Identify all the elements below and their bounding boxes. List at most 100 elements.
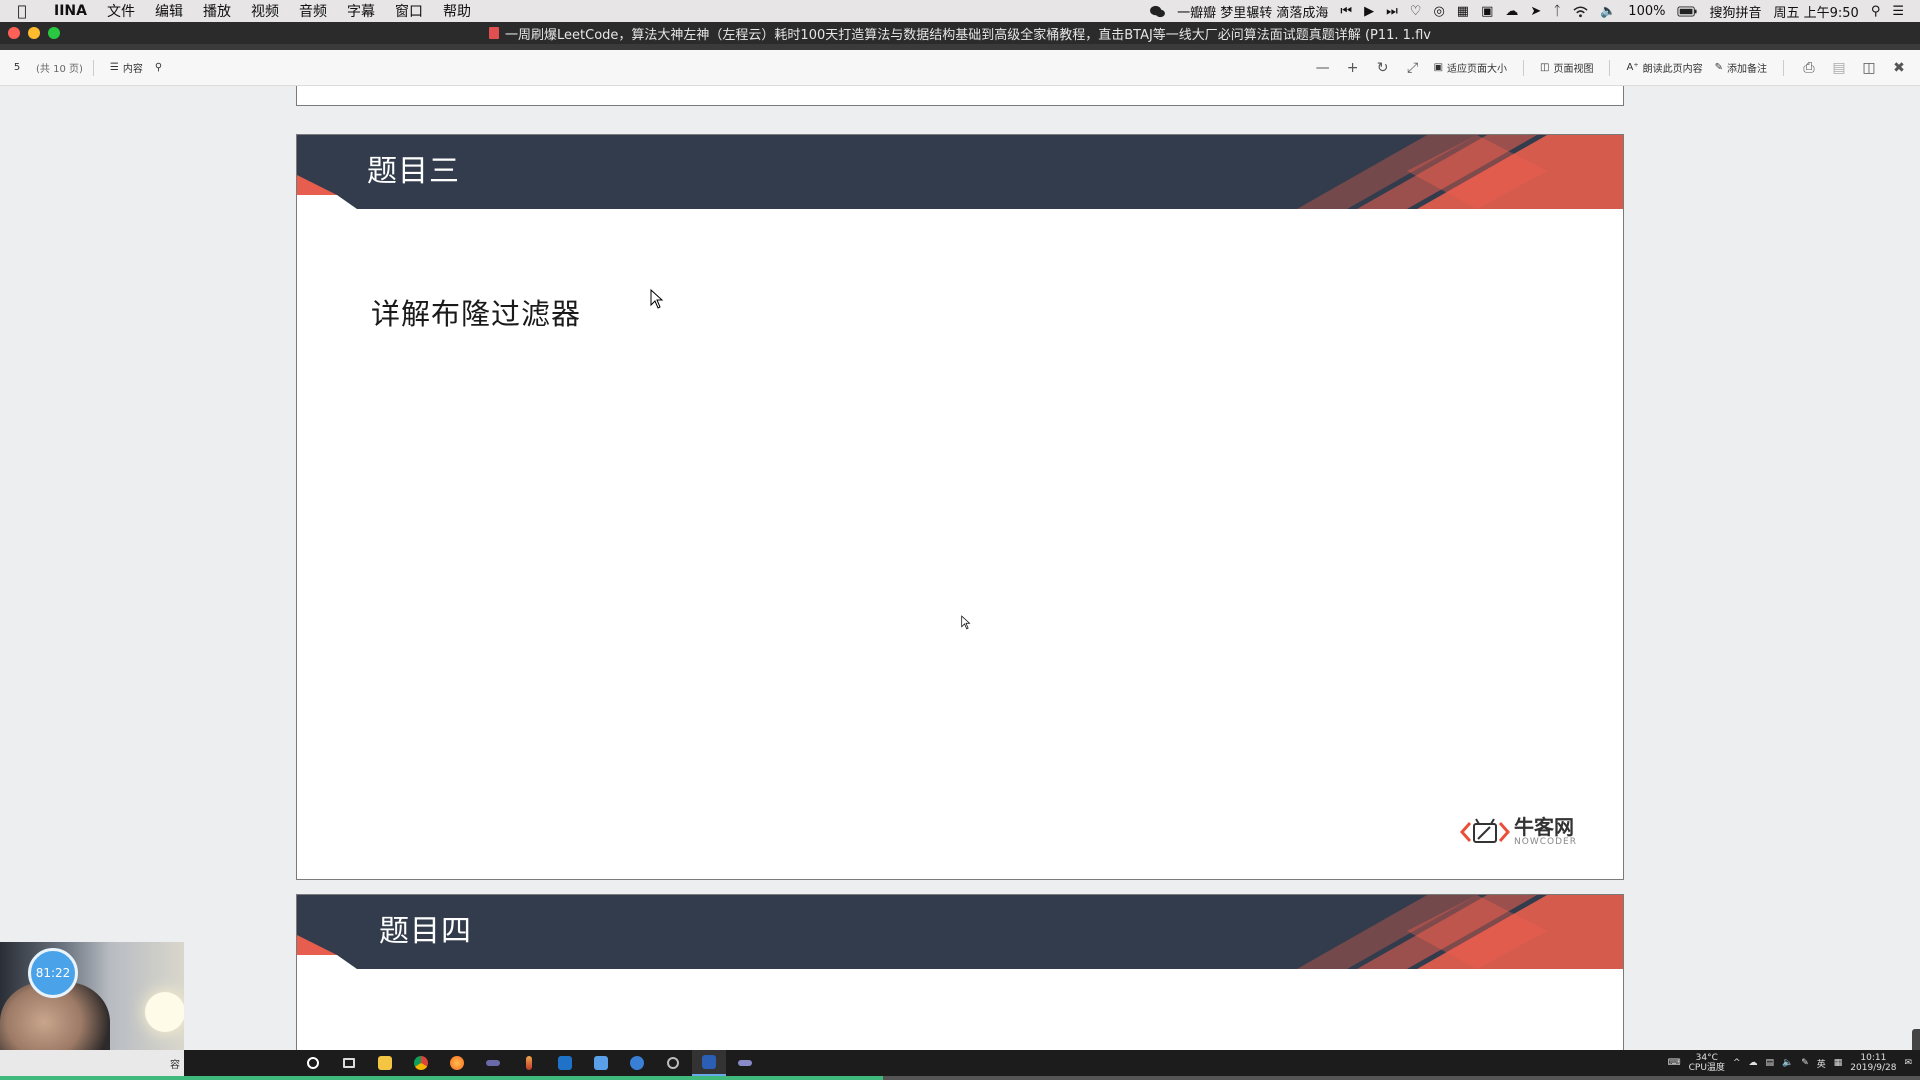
rotate-icon[interactable]: ↻ (1368, 56, 1398, 80)
feishu-icon[interactable] (584, 1050, 618, 1076)
volume-icon[interactable]: 🔈 (1594, 4, 1622, 19)
menu-edit[interactable]: 编辑 (145, 1, 193, 21)
bookmark-app-icon[interactable]: ▦ (1451, 4, 1475, 19)
chrome-icon[interactable] (404, 1050, 438, 1076)
pen-icon: ✎ (1714, 62, 1723, 73)
logo-text-cn: 牛客网 (1514, 815, 1575, 839)
media-player-icon[interactable] (728, 1050, 762, 1076)
video-file-icon (489, 27, 500, 39)
menu-help[interactable]: 帮助 (433, 1, 481, 21)
add-note-button[interactable]: ✎ 添加备注 (1709, 60, 1773, 75)
pen-app-icon[interactable] (512, 1050, 546, 1076)
playback-progress-fill (0, 1076, 884, 1080)
toolbar-divider (92, 59, 94, 76)
page-view-label: 页面视图 (1553, 64, 1594, 75)
fullscreen-icon[interactable]: ⤢ (1398, 56, 1428, 80)
battery-icon[interactable] (1671, 5, 1703, 18)
search-button[interactable]: ⚲ (149, 62, 168, 73)
menu-app-name[interactable]: IINA (44, 3, 97, 19)
read-aloud-button[interactable]: A⁺ 朗读此页内容 (1620, 60, 1708, 75)
bluetooth-icon[interactable]: ᛏ (1547, 4, 1567, 19)
apple-menu-icon[interactable]:  (0, 2, 44, 20)
fit-page-button[interactable]: ▣ 适应页面大小 (1428, 60, 1513, 75)
document-scroll-area[interactable]: 题目三 详解布隆过滤器 牛客网 NOWCODER 题目四 (0, 86, 1920, 1050)
menubar-clock[interactable]: 周五 上午9:50 (1767, 2, 1864, 21)
weather-widget[interactable]: 34°C CPU温度 (1689, 1053, 1725, 1073)
scroll-handle[interactable] (1912, 1029, 1920, 1050)
cloud-icon[interactable]: ☁ (1499, 4, 1524, 19)
network-icon[interactable]: ▤ (1765, 1058, 1774, 1068)
page-number-field[interactable]: 5 (10, 62, 24, 73)
outlook-icon[interactable] (548, 1050, 582, 1076)
calendar-icon[interactable]: ▦ (1834, 1058, 1843, 1068)
now-playing-text: 一瓣瓣 梦里辗转 滴落成海 (1177, 5, 1329, 21)
battery-percent: 100% (1628, 3, 1666, 19)
slide-title: 题目三 (367, 154, 460, 189)
clock-app-icon[interactable] (656, 1050, 690, 1076)
zoom-in-icon[interactable]: + (1338, 56, 1368, 80)
window-controls (8, 27, 60, 39)
player-title-bar: 一周刷爆LeetCode，算法大神左神（左程云）耗时100天打造算法与数据结构基… (0, 22, 1920, 44)
next-track-icon[interactable]: ⏭ (1380, 4, 1404, 19)
active-app-icon[interactable] (692, 1050, 726, 1076)
system-tray: ⌨ 34°C CPU温度 ^ ☁ ▤ 🔈 ✎ 英 ▦ 10:11 2019/9/… (1668, 1053, 1920, 1073)
tray-chevron-icon[interactable]: ^ (1733, 1058, 1741, 1068)
search-icon: ⚲ (154, 62, 163, 73)
pen-tray-icon[interactable]: ✎ (1801, 1058, 1809, 1068)
minimize-window-button[interactable] (28, 27, 40, 39)
slide-subject: 详解布隆过滤器 (371, 297, 582, 331)
circle-app-icon[interactable]: ◎ (1427, 4, 1450, 19)
ime-indicator[interactable]: 英 (1817, 1057, 1826, 1070)
action-center-icon[interactable]: ✉ (1904, 1058, 1912, 1068)
wifi-icon[interactable] (1567, 5, 1594, 18)
macos-menubar:  IINA 文件 编辑 播放 视频 音频 字幕 窗口 帮助 一瓣瓣 梦里辗转 … (0, 0, 1920, 22)
toolbar-divider (1783, 59, 1784, 76)
taskbar-left-text: 容 (170, 1059, 180, 1071)
page-count: (共 10 页) (36, 64, 83, 75)
spotlight-search-icon[interactable]: ⚲ (1865, 4, 1887, 19)
menu-video[interactable]: 视频 (241, 1, 289, 21)
toolbar-divider (1523, 59, 1525, 76)
cortana-icon[interactable] (296, 1050, 330, 1076)
zoom-window-button[interactable] (48, 27, 60, 39)
wechat-icon[interactable] (1144, 5, 1171, 18)
recording-timer: 81:22 (28, 948, 78, 998)
firefox-icon[interactable] (440, 1050, 474, 1076)
task-view-icon[interactable] (332, 1050, 366, 1076)
file-explorer-icon[interactable] (368, 1050, 402, 1076)
input-method-label[interactable]: 搜狗拼音 (1703, 2, 1767, 21)
menu-playback[interactable]: 播放 (193, 1, 241, 21)
notification-center-icon[interactable]: ☰ (1886, 4, 1910, 19)
menu-audio[interactable]: 音频 (289, 1, 337, 21)
menu-file[interactable]: 文件 (97, 1, 145, 21)
menu-window[interactable]: 窗口 (385, 1, 433, 21)
menu-subtitles[interactable]: 字幕 (337, 1, 385, 21)
nowcoder-logo: 牛客网 NOWCODER (1460, 815, 1577, 849)
onedrive-icon[interactable]: ☁ (1748, 1058, 1757, 1068)
volume-tray-icon[interactable]: 🔈 (1782, 1058, 1793, 1068)
dictionary-app-icon[interactable]: ▣ (1475, 4, 1499, 19)
media-app-icon[interactable] (476, 1050, 510, 1076)
contents-button[interactable]: ☰ 内容 (104, 60, 149, 75)
play-icon[interactable]: ▶ (1358, 4, 1380, 19)
share-icon[interactable]: ◫ (1854, 56, 1884, 80)
previous-page-bottom (296, 86, 1624, 106)
pdf-page-next: 题目四 (296, 894, 1624, 1050)
pdf-page-current: 题目三 详解布隆过滤器 牛客网 NOWCODER (296, 134, 1624, 880)
toolbar-divider (1609, 59, 1611, 76)
pin-icon[interactable]: ✖ (1884, 56, 1914, 80)
page-view-button[interactable]: ◫ 页面视图 (1534, 60, 1599, 75)
print-icon[interactable]: ⎙ (1794, 56, 1824, 80)
send-icon[interactable]: ➤ (1524, 4, 1547, 19)
sogou-icon[interactable] (620, 1050, 654, 1076)
playback-progress-bar[interactable] (0, 1076, 1920, 1080)
previous-track-icon[interactable]: ⏮ (1334, 4, 1358, 19)
heart-icon[interactable]: ♡ (1404, 4, 1428, 19)
save-icon[interactable]: ▤ (1824, 56, 1854, 80)
taskbar-clock[interactable]: 10:11 2019/9/28 (1850, 1053, 1896, 1073)
keyboard-icon[interactable]: ⌨ (1668, 1058, 1681, 1068)
slide-banner: 题目三 (297, 135, 1623, 209)
taskbar-date: 2019/9/28 (1850, 1063, 1897, 1073)
zoom-out-icon[interactable]: — (1308, 56, 1338, 80)
close-window-button[interactable] (8, 27, 20, 39)
